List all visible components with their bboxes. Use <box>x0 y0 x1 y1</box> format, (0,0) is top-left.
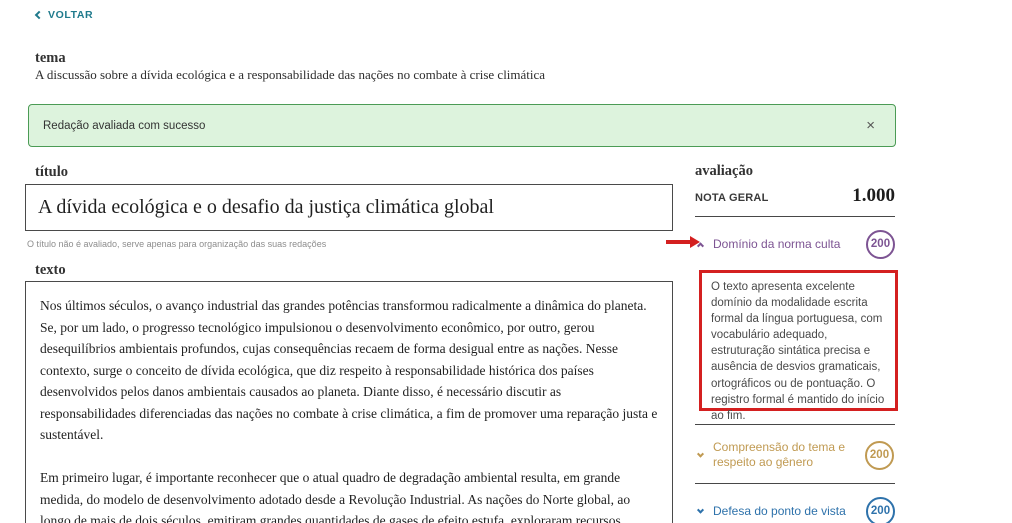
divider <box>695 424 895 425</box>
criterion-name: Defesa do ponto de vista <box>713 504 866 519</box>
chevron-down-icon[interactable] <box>697 450 704 457</box>
nota-geral-row: NOTA GERAL 1.000 <box>695 185 895 207</box>
nota-geral-label: NOTA GERAL <box>695 192 769 204</box>
texto-label: texto <box>35 262 66 279</box>
back-button[interactable]: VOLTAR <box>36 9 93 21</box>
success-banner-message: Redação avaliada com sucesso <box>43 120 205 132</box>
texto-textarea[interactable]: Nos últimos séculos, o avanço industrial… <box>25 281 673 523</box>
divider <box>695 483 895 484</box>
score-badge: 200 <box>866 497 895 523</box>
criterion-name: Compreensão do tema e respeito ao gênero <box>713 440 865 470</box>
arrow-shaft-icon <box>666 240 690 244</box>
divider <box>695 216 895 217</box>
chevron-left-icon <box>35 11 43 19</box>
close-icon[interactable]: × <box>866 118 875 133</box>
tema-label: tema <box>35 50 66 67</box>
criterion-defesa-ponto-vista[interactable]: Defesa do ponto de vista 200 <box>695 495 895 523</box>
chevron-down-icon[interactable] <box>697 506 704 513</box>
arrow-head-icon <box>690 236 700 248</box>
titulo-label: título <box>35 164 68 181</box>
titulo-helper-text: O título não é avaliado, serve apenas pa… <box>27 239 326 249</box>
criterion-dominio-norma-culta[interactable]: Domínio da norma culta 200 <box>695 228 895 260</box>
criterion-name: Domínio da norma culta <box>713 237 866 252</box>
nota-geral-value: 1.000 <box>852 185 895 207</box>
tema-text: A discussão sobre a dívida ecológica e a… <box>35 67 545 83</box>
success-banner: Redação avaliada com sucesso × <box>28 104 896 147</box>
essay-review-page: VOLTAR tema A discussão sobre a dívida e… <box>0 0 1012 523</box>
criterion-description: O texto apresenta excelente domínio da m… <box>699 270 898 411</box>
avaliacao-label: avaliação <box>695 163 753 180</box>
annotation-arrow <box>666 236 700 248</box>
score-badge: 200 <box>865 441 894 470</box>
back-label: VOLTAR <box>48 9 93 21</box>
score-badge: 200 <box>866 230 895 259</box>
titulo-input[interactable] <box>25 184 673 231</box>
criterion-compreensao-tema[interactable]: Compreensão do tema e respeito ao gênero… <box>695 437 895 473</box>
